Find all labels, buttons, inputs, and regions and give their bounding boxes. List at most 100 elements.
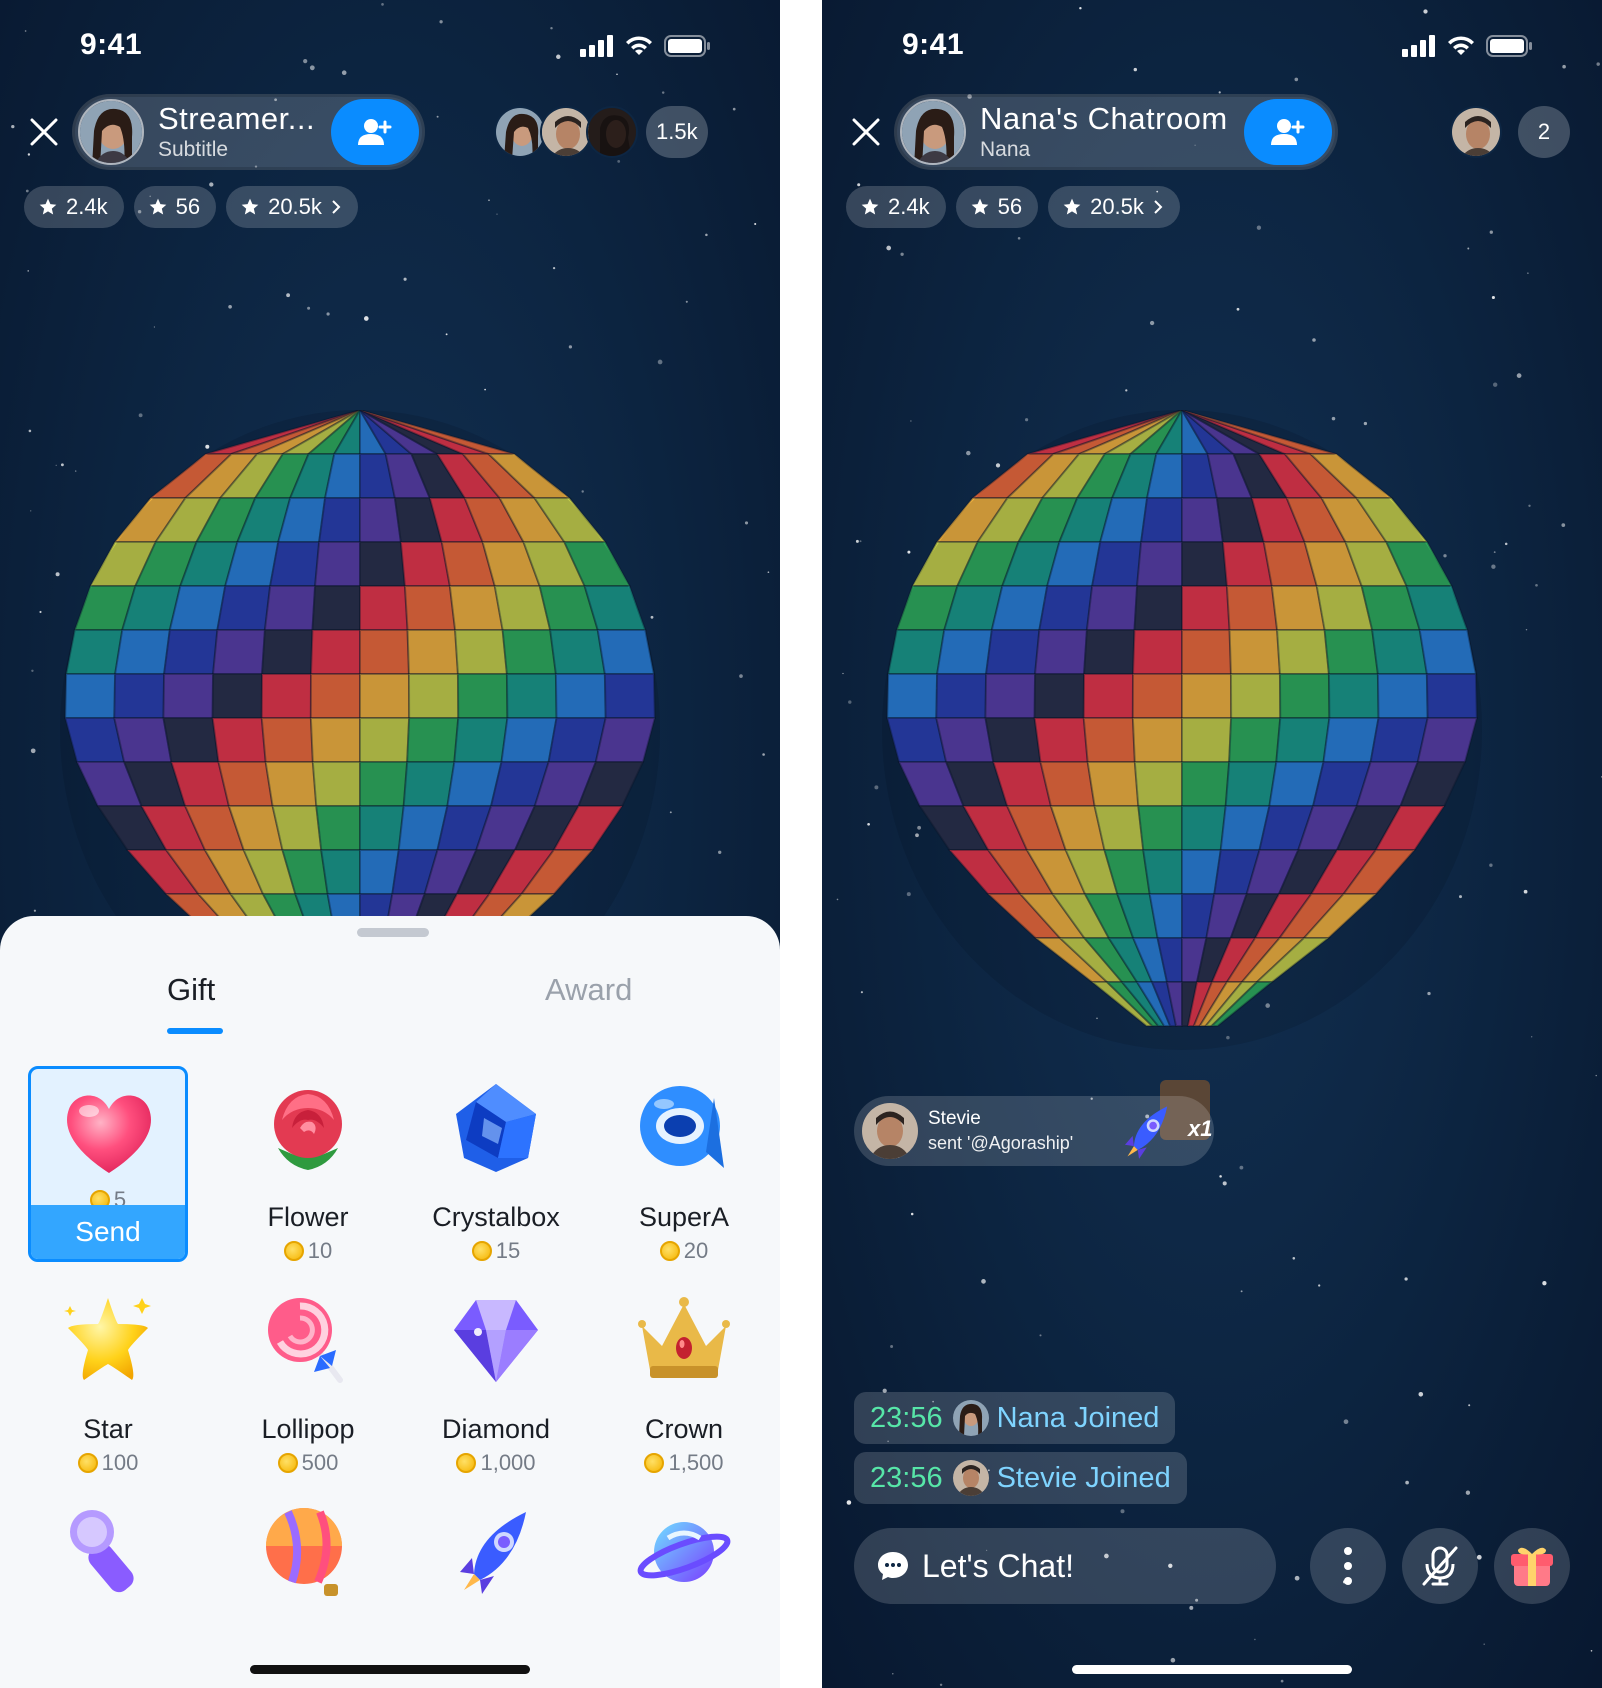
chat-message: 23:56 Stevie Joined [854, 1452, 1187, 1504]
wifi-icon [626, 36, 652, 55]
audience-avatar [1450, 106, 1502, 158]
gift-message: sent '@Agoraship' [928, 1133, 1074, 1153]
chat-input-placeholder: Let's Chat! [922, 1547, 1074, 1584]
gift-name: Crown [644, 1414, 724, 1444]
gift-box-icon [1511, 1547, 1553, 1586]
gift-item-star[interactable]: Star 100 [28, 1278, 188, 1475]
audience-list[interactable]: 2 [1450, 106, 1570, 158]
stats-row: 2.4k 56 20.5k [24, 186, 358, 228]
tab-active-indicator [167, 1028, 223, 1034]
rocket-icon [460, 1512, 526, 1594]
audience-avatar [586, 106, 638, 158]
gift-item-crystalbox[interactable]: Crystalbox 15 [402, 1066, 590, 1263]
gift-item-lollipop[interactable]: Lollipop 500 [214, 1278, 402, 1475]
tab-gift[interactable]: Gift [167, 972, 215, 1008]
more-options-button[interactable] [1310, 1528, 1386, 1604]
stat-chip: 56 [955, 186, 1039, 228]
gift-count: x1 [1188, 1116, 1213, 1141]
host-avatar [900, 99, 966, 165]
chat-time: 23:56 [870, 1461, 943, 1494]
audience-count: 1.5k [646, 106, 708, 158]
gift-name: Diamond [441, 1414, 551, 1444]
gift-item-rocket[interactable] [402, 1490, 590, 1686]
mute-button[interactable] [1402, 1528, 1478, 1604]
battery-icon [1486, 35, 1532, 57]
gift-item-diamond[interactable]: Diamond 1,000 [402, 1278, 590, 1475]
audience-list[interactable]: 1.5k [494, 106, 708, 158]
gift-panel-screen: 9:41 Streamer... Subtitle 1.5k 2.4k 56 2… [0, 0, 780, 1688]
stat-chip-ranking[interactable]: 20.5k [226, 186, 358, 228]
gift-name: Flower [267, 1202, 349, 1232]
chat-input[interactable]: Let's Chat! [854, 1528, 1276, 1604]
star-icon [149, 198, 166, 215]
gift-item-crown[interactable]: Crown 1,500 [590, 1278, 778, 1475]
follow-button[interactable] [1243, 99, 1332, 165]
follow-button[interactable] [331, 99, 420, 165]
chevron-right-icon [1154, 200, 1163, 214]
star-icon [1063, 198, 1081, 215]
coin-icon [277, 1453, 298, 1473]
sheet-drag-handle[interactable] [357, 928, 429, 937]
battery-icon [664, 35, 710, 57]
cellular-signal-icon [580, 35, 613, 57]
gift-name: SuperA [638, 1202, 730, 1232]
gift-name: Crystalbox [432, 1202, 560, 1232]
stats-row: 2.4k 56 20.5k [846, 186, 1180, 228]
planet-icon [637, 1522, 731, 1582]
chat-text: Nana Joined [996, 1401, 1160, 1434]
close-button[interactable] [846, 112, 886, 152]
heart-icon [67, 1095, 151, 1173]
gift-item-supera[interactable]: SuperA 20 [590, 1066, 778, 1263]
chat-message: 23:56 Nana Joined [854, 1392, 1176, 1444]
status-bar: 9:41 [822, 0, 1602, 92]
add-user-icon [1270, 119, 1305, 145]
gift-item-microphone[interactable] [28, 1490, 188, 1686]
sender-avatar [862, 1103, 918, 1159]
status-time: 9:41 [80, 28, 143, 61]
avatar [952, 1400, 989, 1436]
crystalbox-icon [456, 1084, 536, 1172]
microphone-icon [70, 1510, 134, 1593]
host-subtitle: Nana [980, 138, 1031, 161]
star-icon [64, 1298, 151, 1380]
more-vertical-icon [1344, 1547, 1352, 1585]
gift-notification: Stevie sent '@Agoraship' x1 [854, 1096, 1214, 1166]
coin-icon [456, 1453, 477, 1473]
gift-name: Star [83, 1414, 133, 1444]
host-name: Nana's Chatroom [980, 101, 1228, 136]
add-user-icon [358, 119, 392, 145]
host-info-pill[interactable]: Streamer... Subtitle [72, 94, 426, 170]
gift-sender: Stevie [928, 1108, 981, 1129]
star-icon [241, 198, 259, 215]
tab-award[interactable]: Award [545, 972, 632, 1008]
status-bar: 9:41 [0, 0, 780, 92]
gift-item-flower[interactable]: Flower 10 [214, 1066, 402, 1263]
host-info-pill[interactable]: Nana's Chatroom Nana [894, 94, 1338, 170]
send-button[interactable]: Send [31, 1205, 185, 1259]
gift-sheet: Gift Award 5 Send Flower 10 Crystalbox 1… [0, 916, 780, 1688]
diamond-icon [454, 1300, 538, 1382]
gift-button[interactable] [1494, 1528, 1570, 1604]
gift-item-planet[interactable] [590, 1490, 778, 1686]
lollipop-icon [268, 1298, 343, 1383]
host-avatar [78, 99, 144, 165]
gift-item-balloon[interactable] [214, 1490, 402, 1686]
close-icon [30, 118, 58, 146]
chatroom-screen: 9:41 Nana's Chatroom Nana 2 2.4k 56 20.5… [822, 0, 1602, 1688]
rocket-icon [1124, 1106, 1168, 1159]
chat-bubble-icon [878, 1552, 908, 1580]
stat-chip-ranking[interactable]: 20.5k [1048, 186, 1180, 228]
coin-icon [659, 1241, 680, 1261]
mic-off-icon [1422, 1546, 1458, 1586]
chevron-right-icon [332, 200, 341, 214]
stat-chip: 56 [133, 186, 217, 228]
coin-icon [644, 1453, 665, 1473]
home-indicator [1072, 1665, 1352, 1674]
gift-item-heart[interactable]: 5 Send [28, 1066, 188, 1262]
star-icon [861, 198, 879, 215]
supera-icon [640, 1086, 724, 1168]
close-button[interactable] [24, 112, 64, 152]
star-icon [971, 198, 988, 215]
rose-icon [274, 1090, 342, 1170]
star-icon [39, 198, 57, 215]
